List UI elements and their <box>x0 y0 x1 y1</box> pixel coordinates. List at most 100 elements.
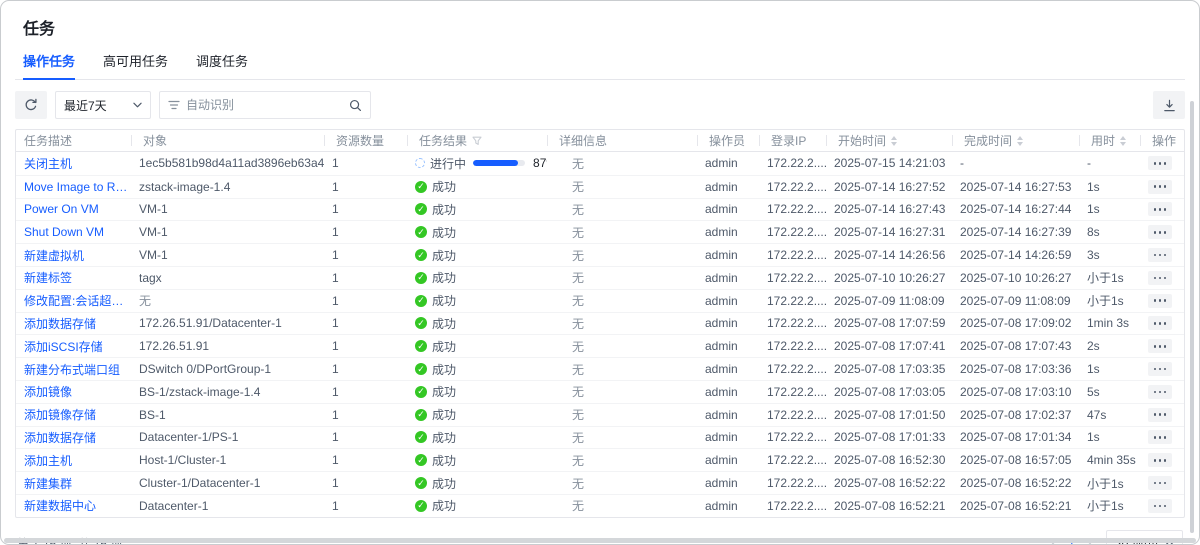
operator-cell: admin <box>697 244 759 266</box>
row-actions-button[interactable] <box>1148 225 1172 239</box>
task-description-link[interactable]: 新建标签 <box>24 269 72 286</box>
success-icon: ✓ <box>415 386 427 398</box>
col-duration[interactable]: 用时 <box>1079 130 1140 151</box>
tab-operation-tasks[interactable]: 操作任务 <box>23 51 75 79</box>
success-icon: ✓ <box>415 203 427 215</box>
row-actions-button[interactable] <box>1148 430 1172 444</box>
task-description-link[interactable]: 添加镜像存储 <box>24 406 96 423</box>
object-cell: 172.26.51.91 <box>131 335 324 357</box>
refresh-button[interactable] <box>15 91 47 119</box>
success-icon: ✓ <box>415 295 427 307</box>
filter-funnel-icon[interactable] <box>472 136 482 146</box>
start-time-cell: 2025-07-08 17:01:50 <box>826 404 952 426</box>
resource-count-cell: 1 <box>324 176 407 198</box>
task-description-link[interactable]: 新建数据中心 <box>24 497 96 514</box>
start-time-cell: 2025-07-09 11:08:09 <box>826 290 952 312</box>
row-actions-button[interactable] <box>1148 385 1172 399</box>
col-operator[interactable]: 操作员 <box>697 130 759 151</box>
operator-cell: admin <box>697 495 759 517</box>
table-row: 添加镜像存储 BS-1 1 ✓ 成功 无 admin 172.22.2.... … <box>16 403 1184 426</box>
col-end-time[interactable]: 完成时间 <box>952 130 1079 151</box>
task-description-link[interactable]: Power On VM <box>24 202 99 216</box>
row-actions-button[interactable] <box>1148 499 1172 513</box>
tab-scheduled-tasks[interactable]: 调度任务 <box>196 51 248 79</box>
more-icon <box>1159 482 1162 485</box>
task-description-link[interactable]: Shut Down VM <box>24 225 104 239</box>
start-time-cell: 2025-07-14 16:27:31 <box>826 221 952 243</box>
success-icon: ✓ <box>415 500 427 512</box>
col-login-ip[interactable]: 登录IP <box>759 130 826 151</box>
object-cell: BS-1 <box>131 404 324 426</box>
row-actions-button[interactable] <box>1148 316 1172 330</box>
col-object[interactable]: 对象 <box>131 130 324 151</box>
vertical-scrollbar[interactable] <box>1190 101 1194 533</box>
success-status: ✓ 成功 <box>415 224 456 241</box>
start-time-cell: 2025-07-14 14:26:56 <box>826 244 952 266</box>
col-task-description[interactable]: 任务描述 <box>16 130 131 151</box>
task-description-link[interactable]: 添加iSCSI存储 <box>24 338 103 355</box>
task-description-link[interactable]: 修改配置:会话超时... <box>24 292 131 309</box>
task-result-cell: ✓ 成功 <box>407 358 547 380</box>
row-actions-button[interactable] <box>1148 339 1172 353</box>
task-description-link[interactable]: 添加数据存储 <box>24 429 96 446</box>
search-box <box>159 91 371 119</box>
resource-count-cell: 1 <box>324 221 407 243</box>
sort-icon[interactable] <box>891 136 897 146</box>
horizontal-scrollbar[interactable] <box>4 538 1196 543</box>
row-actions-button[interactable] <box>1148 408 1172 422</box>
resource-count-cell: 1 <box>324 267 407 289</box>
row-actions-button[interactable] <box>1148 294 1172 308</box>
tasks-window: 任务 操作任务 高可用任务 调度任务 最近7天 <box>0 0 1200 545</box>
success-status: ✓ 成功 <box>415 406 456 423</box>
resource-count-cell: 1 <box>324 381 407 403</box>
time-range-select[interactable]: 最近7天 <box>55 91 151 119</box>
object-cell: tagx <box>131 267 324 289</box>
end-time-cell: 2025-07-08 17:07:43 <box>952 335 1079 357</box>
end-time-cell: 2025-07-10 10:26:27 <box>952 267 1079 289</box>
success-icon: ✓ <box>415 409 427 421</box>
end-time-cell: 2025-07-08 17:01:34 <box>952 427 1079 449</box>
row-actions-button[interactable] <box>1148 453 1172 467</box>
task-description-link[interactable]: Move Image to Rec... <box>24 180 131 194</box>
row-actions-button[interactable] <box>1148 180 1172 194</box>
login-ip-cell: 172.22.2.... <box>759 313 826 335</box>
search-input[interactable] <box>186 98 343 112</box>
success-status: ✓ 成功 <box>415 178 456 195</box>
row-actions-button[interactable] <box>1148 476 1172 490</box>
task-description-link[interactable]: 添加数据存储 <box>24 315 96 332</box>
col-resource-count[interactable]: 资源数量 <box>324 130 407 151</box>
task-description-link[interactable]: 新建分布式端口组 <box>24 361 120 378</box>
task-description-link[interactable]: 新建集群 <box>24 475 72 492</box>
success-icon: ✓ <box>415 226 427 238</box>
more-icon <box>1159 505 1162 508</box>
row-actions-button[interactable] <box>1148 248 1172 262</box>
end-time-cell: 2025-07-14 16:27:53 <box>952 176 1079 198</box>
col-task-result[interactable]: 任务结果 <box>407 130 547 151</box>
task-description-link[interactable]: 新建虚拟机 <box>24 247 84 264</box>
task-result-cell: ✓ 成功 <box>407 267 547 289</box>
more-icon <box>1159 231 1162 234</box>
row-actions-button[interactable] <box>1148 362 1172 376</box>
operator-cell: admin <box>697 427 759 449</box>
table-row: 新建数据中心 Datacenter-1 1 ✓ 成功 无 admin 172.2… <box>16 494 1184 517</box>
row-actions-button[interactable] <box>1148 202 1172 216</box>
col-start-time[interactable]: 开始时间 <box>826 130 952 151</box>
row-actions-button[interactable] <box>1148 156 1172 170</box>
row-actions-button[interactable] <box>1148 271 1172 285</box>
search-icon[interactable] <box>349 99 362 112</box>
task-description-link[interactable]: 添加镜像 <box>24 383 72 400</box>
sort-icon[interactable] <box>1017 136 1023 146</box>
end-time-cell: 2025-07-14 14:26:59 <box>952 244 1079 266</box>
export-button[interactable] <box>1153 91 1185 119</box>
chevron-down-icon <box>133 102 142 108</box>
col-detail[interactable]: 详细信息 <box>547 130 697 151</box>
task-description-link[interactable]: 添加主机 <box>24 452 72 469</box>
task-result-cell: ✓ 成功 <box>407 404 547 426</box>
sort-icon[interactable] <box>1120 136 1126 146</box>
task-description-link[interactable]: 关闭主机 <box>24 155 72 172</box>
resource-count-cell: 1 <box>324 427 407 449</box>
success-icon: ✓ <box>415 317 427 329</box>
login-ip-cell: 172.22.2.... <box>759 449 826 471</box>
table-row: 关闭主机 1ec5b581b98d4a11ad3896eb63a41ae4 1 … <box>16 152 1184 175</box>
tab-ha-tasks[interactable]: 高可用任务 <box>103 51 168 79</box>
